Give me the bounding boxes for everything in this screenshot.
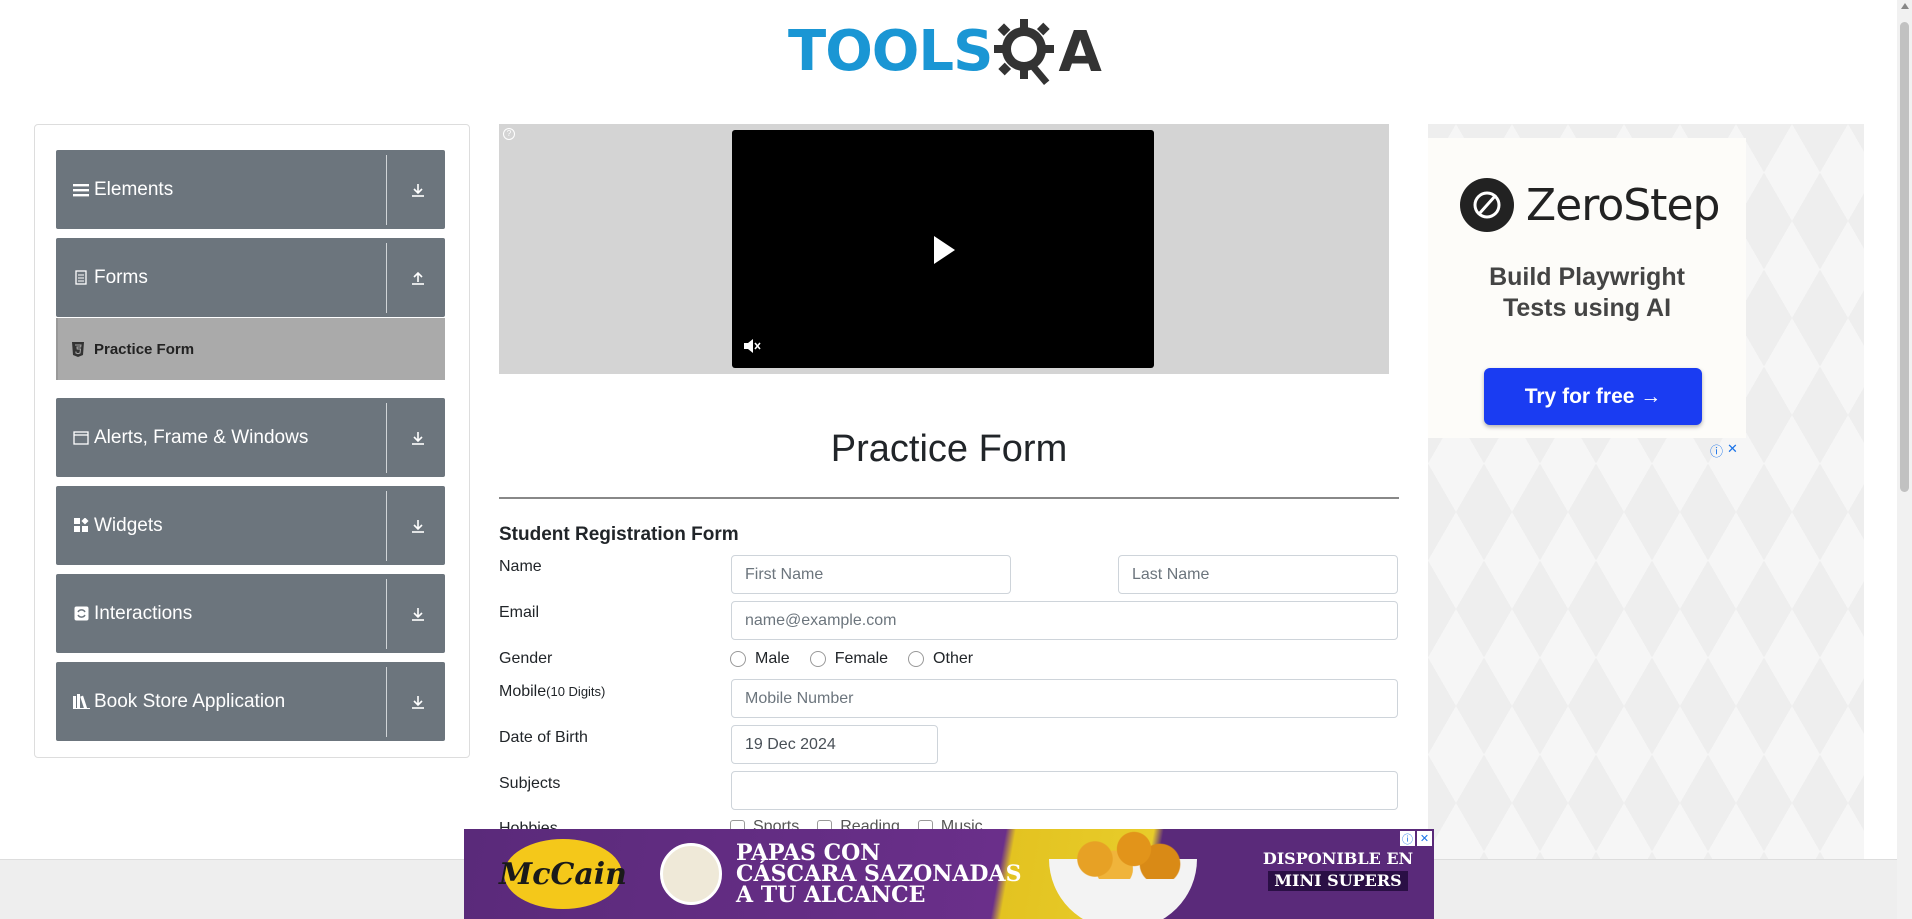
document-icon xyxy=(72,269,90,287)
play-icon[interactable] xyxy=(932,235,956,265)
avail-line-2: MINI SUPERS xyxy=(1268,871,1408,891)
download-icon[interactable] xyxy=(405,601,431,627)
fries-image xyxy=(1056,829,1186,879)
avail-line-1: DISPONIBLE EN xyxy=(1262,849,1414,868)
mobile-hint: (10 Digits) xyxy=(546,684,606,699)
video-ad: ? xyxy=(499,124,1389,374)
toolsqa-logo[interactable]: TOOLS A xyxy=(788,14,1102,90)
try-for-free-button[interactable]: Try for free → xyxy=(1484,368,1702,425)
mccain-logo: McCain xyxy=(499,839,627,909)
list-icon xyxy=(72,181,90,199)
sidebar-group-label: Alerts, Frame & Windows xyxy=(94,426,309,448)
page-title: Practice Form xyxy=(830,428,1068,470)
sidebar-group-label: Interactions xyxy=(94,602,193,624)
form-heading: Student Registration Form xyxy=(499,524,739,545)
last-name-input[interactable]: Last Name xyxy=(1118,555,1398,594)
page-scrollbar[interactable] xyxy=(1897,0,1912,919)
divider xyxy=(386,154,387,225)
logo-suffix: A xyxy=(1058,19,1102,85)
subjects-label: Subjects xyxy=(499,775,561,792)
tagline-line-1: Build Playwright xyxy=(1489,263,1685,291)
download-icon[interactable] xyxy=(405,513,431,539)
gear-magnifier-icon xyxy=(994,19,1055,85)
mute-icon[interactable] xyxy=(743,338,761,354)
dob-input[interactable]: 19 Dec 2024 xyxy=(731,725,938,764)
banner-headline: PAPAS CON CÁSCARA SAZONADAS A TU ALCANCE xyxy=(736,842,1021,908)
page: TOOLS A Elements Forms Practice Form Ale… xyxy=(0,0,1912,919)
zerostep-ad-card[interactable]: ZeroStep Build Playwright Tests using AI… xyxy=(1428,138,1746,438)
divider xyxy=(386,490,387,561)
widgets-icon xyxy=(72,517,90,535)
sidebar-item-practice-form[interactable]: Practice Form xyxy=(56,318,445,380)
divider xyxy=(386,666,387,737)
subjects-input[interactable] xyxy=(731,771,1398,810)
right-ad: ZeroStep Build Playwright Tests using AI… xyxy=(1428,124,1864,864)
radio-button[interactable] xyxy=(730,651,746,667)
mobile-label-text: Mobile xyxy=(499,683,547,700)
divider xyxy=(386,242,387,313)
radio-label: Male xyxy=(755,650,790,667)
title-divider xyxy=(499,497,1399,499)
gender-other-radio[interactable]: Other xyxy=(908,650,973,668)
sidebar: Elements Forms Practice Form Alerts, Fra… xyxy=(34,124,470,758)
sidebar-group-forms[interactable]: Forms xyxy=(56,238,445,317)
books-icon xyxy=(72,693,90,711)
sidebar-group-label: Elements xyxy=(94,178,174,200)
zerostep-brand: ZeroStep xyxy=(1460,178,1720,232)
availability-text: DISPONIBLE EN MINI SUPERS xyxy=(1254,849,1422,891)
zerostep-tagline: Build Playwright Tests using AI xyxy=(1428,262,1746,324)
upload-icon[interactable] xyxy=(405,265,431,291)
headline-line-3: A TU ALCANCE xyxy=(736,882,926,908)
ad-close-icon[interactable]: ✕ xyxy=(1727,441,1738,460)
html5-icon xyxy=(72,341,86,357)
dob-label: Date of Birth xyxy=(499,729,588,746)
banner-ad-controls: ⓘ ✕ xyxy=(1400,831,1432,846)
zerostep-name: ZeroStep xyxy=(1526,179,1720,231)
name-label: Name xyxy=(499,558,542,575)
window-icon xyxy=(72,429,90,447)
sidebar-group-label: Forms xyxy=(94,266,148,288)
logo-text: TOOLS xyxy=(788,19,993,84)
zerostep-logo-icon xyxy=(1460,178,1514,232)
radio-label: Female xyxy=(834,650,889,667)
interactions-icon xyxy=(72,605,90,623)
sidebar-group-widgets[interactable]: Widgets xyxy=(56,486,445,565)
first-name-input[interactable]: First Name xyxy=(731,555,1011,594)
sidebar-group-elements[interactable]: Elements xyxy=(56,150,445,229)
download-icon[interactable] xyxy=(405,689,431,715)
ad-choices: ⓘ ✕ xyxy=(1710,441,1738,460)
banner-info-icon[interactable]: ⓘ xyxy=(1400,831,1415,846)
sidebar-group-book-store[interactable]: Book Store Application xyxy=(56,662,445,741)
banner-close-icon[interactable]: ✕ xyxy=(1417,831,1432,846)
sidebar-group-label: Widgets xyxy=(94,514,163,536)
gender-female-radio[interactable]: Female xyxy=(809,650,889,668)
email-input[interactable]: name@example.com xyxy=(731,601,1398,640)
scroll-thumb[interactable] xyxy=(1900,22,1909,492)
info-icon[interactable]: ? xyxy=(503,128,515,140)
scroll-up-arrow-icon[interactable] xyxy=(1901,3,1909,9)
ad-info-icon[interactable]: ⓘ xyxy=(1710,441,1723,460)
video-player[interactable] xyxy=(732,130,1154,368)
logo-qa: A xyxy=(992,17,1102,87)
divider xyxy=(386,402,387,473)
download-icon[interactable] xyxy=(405,425,431,451)
bottom-banner-ad[interactable]: McCain PAPAS CON CÁSCARA SAZONADAS A TU … xyxy=(464,829,1434,919)
tagline-line-2: Tests using AI xyxy=(1502,294,1672,322)
sidebar-group-interactions[interactable]: Interactions xyxy=(56,574,445,653)
gender-male-radio[interactable]: Male xyxy=(730,650,790,668)
radio-button[interactable] xyxy=(908,651,925,667)
mobile-label: Mobile(10 Digits) xyxy=(499,683,605,701)
sidebar-group-label: Book Store Application xyxy=(94,690,286,712)
potato-icon xyxy=(660,843,722,905)
radio-label: Other xyxy=(933,650,974,667)
mobile-input[interactable]: Mobile Number xyxy=(731,679,1398,718)
sidebar-group-alerts[interactable]: Alerts, Frame & Windows xyxy=(56,398,445,477)
download-icon[interactable] xyxy=(405,177,431,203)
sidebar-item-label: Practice Form xyxy=(94,340,195,358)
radio-button[interactable] xyxy=(809,651,826,667)
divider xyxy=(386,578,387,649)
gender-label: Gender xyxy=(499,650,553,667)
email-label: Email xyxy=(499,604,540,621)
gender-options: Male Female Other xyxy=(730,650,993,668)
